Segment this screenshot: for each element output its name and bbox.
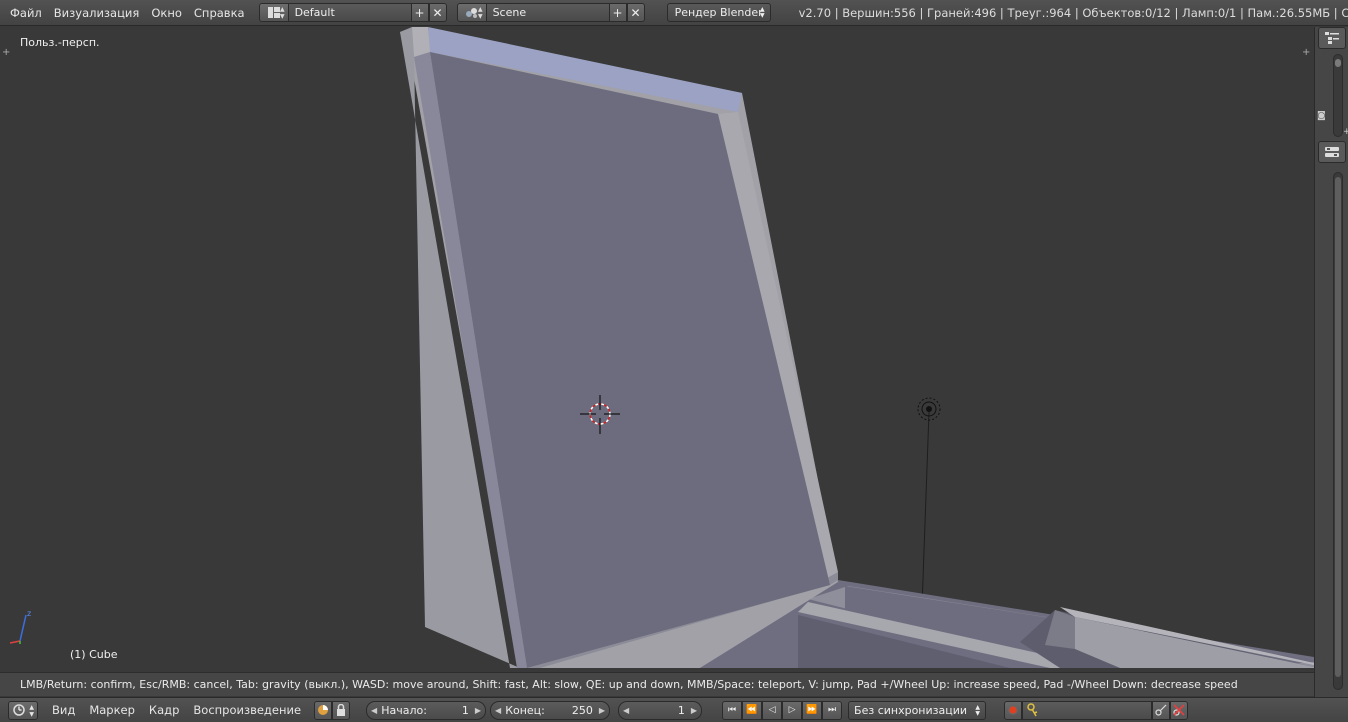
end-frame-field[interactable]: ◀ Конец: 250 ▶ xyxy=(490,700,611,720)
layout-selector: ▲ ▼ Default + ✕ xyxy=(258,3,447,22)
properties-scrollbar[interactable] xyxy=(1333,172,1343,690)
axis-gizmo: z xyxy=(6,607,38,650)
render-engine-label: Рендер Blender xyxy=(674,6,763,19)
add-layout-button[interactable]: + xyxy=(410,3,429,22)
side-panels: ◙ + xyxy=(1314,27,1348,697)
sync-mode-label: Без синхронизации xyxy=(854,703,968,717)
timeline-menu-view[interactable]: Вид xyxy=(38,703,82,717)
add-scene-button[interactable]: + xyxy=(608,3,627,22)
fly-mode-hint: LMB/Return: confirm, Esc/RMB: cancel, Ta… xyxy=(0,672,1314,696)
layout-icon[interactable]: ▲ ▼ xyxy=(258,3,289,22)
end-frame-label: Конец: xyxy=(505,703,545,717)
scene-geometry xyxy=(400,27,1314,668)
jump-end-icon[interactable]: ⏭ xyxy=(822,700,843,720)
playback-controls: ⏮ ⏪ ◁ ▷ ⏩ ⏭ xyxy=(722,700,843,720)
properties-editor-icon[interactable] xyxy=(1318,141,1346,163)
menu-window[interactable]: Окно xyxy=(145,6,188,20)
record-button[interactable] xyxy=(1004,700,1023,720)
layout-name-field[interactable]: Default xyxy=(288,3,411,22)
prev-keyframe-icon[interactable]: ⏪ xyxy=(742,700,763,720)
current-frame-field[interactable]: ◀ 1 ▶ xyxy=(618,700,703,720)
timeline-menu-marker[interactable]: Маркер xyxy=(82,703,142,717)
timeline-editor-icon[interactable]: ▲ ▼ xyxy=(8,700,38,720)
timeline-menu-playback[interactable]: Воспроизведение xyxy=(186,703,308,717)
next-keyframe-icon[interactable]: ⏩ xyxy=(802,700,823,720)
end-frame-value: 250 xyxy=(571,703,593,717)
preview-range-button[interactable] xyxy=(314,700,333,720)
keying-set-icon xyxy=(1027,703,1038,717)
sync-mode-dropdown[interactable]: Без синхронизации ▲ ▼ xyxy=(848,700,987,720)
start-frame-field[interactable]: ◀ Начало: 1 ▶ xyxy=(366,700,487,720)
region-expand-icon[interactable]: + xyxy=(1343,127,1348,137)
current-frame-value: 1 xyxy=(677,703,685,717)
scene-stats: v2.70 | Вершин:556 | Граней:496 | Треуг.… xyxy=(798,5,1348,20)
delete-scene-button[interactable]: ✕ xyxy=(626,3,645,22)
outliner-scroll-thumb[interactable] xyxy=(1335,59,1341,67)
delete-keyframe-icon[interactable] xyxy=(1170,700,1189,720)
scene-selector: ▲ ▼ Scene + ✕ xyxy=(456,3,645,22)
3d-viewport[interactable]: Польз.-персп. + + z (1) Cube xyxy=(0,27,1314,668)
active-object-label: (1) Cube xyxy=(70,648,118,661)
render-engine-dropdown[interactable]: Рендер Blender ▲ ▼ xyxy=(666,3,771,22)
timeline-menu-frame[interactable]: Кадр xyxy=(142,703,186,717)
play-icon[interactable]: ▷ xyxy=(782,700,803,720)
menu-render[interactable]: Визуализация xyxy=(48,6,146,20)
insert-keyframe-icon[interactable] xyxy=(1152,700,1171,720)
delete-layout-button[interactable]: ✕ xyxy=(428,3,447,22)
camera-icon: ◙ xyxy=(1317,111,1326,121)
lock-range-button[interactable] xyxy=(332,700,351,720)
region-expand-right-icon[interactable]: + xyxy=(1302,47,1310,58)
play-reverse-icon[interactable]: ◁ xyxy=(762,700,783,720)
axis-z-label: z xyxy=(27,609,31,618)
scene-name-field[interactable]: Scene xyxy=(486,3,609,22)
scene-icon[interactable]: ▲ ▼ xyxy=(456,3,487,22)
start-frame-label: Начало: xyxy=(381,703,427,717)
outliner-scrollbar[interactable] xyxy=(1333,54,1343,137)
view-name-label: Польз.-персп. xyxy=(20,36,100,49)
info-header: Файл Визуализация Окно Справка ▲ ▼ Defaul… xyxy=(0,0,1348,26)
timeline-header: ▲ ▼ Вид Маркер Кадр Воспроизведение ◀ Нач… xyxy=(0,697,1348,722)
jump-start-icon[interactable]: ⏮ xyxy=(722,700,743,720)
keying-set-field[interactable] xyxy=(1022,700,1153,720)
start-frame-value: 1 xyxy=(461,703,469,717)
properties-scroll-thumb[interactable] xyxy=(1335,177,1341,677)
menu-file[interactable]: Файл xyxy=(0,6,48,20)
menu-help[interactable]: Справка xyxy=(188,6,251,20)
outliner-editor-icon[interactable] xyxy=(1318,27,1346,49)
region-expand-left-icon[interactable]: + xyxy=(2,47,10,58)
